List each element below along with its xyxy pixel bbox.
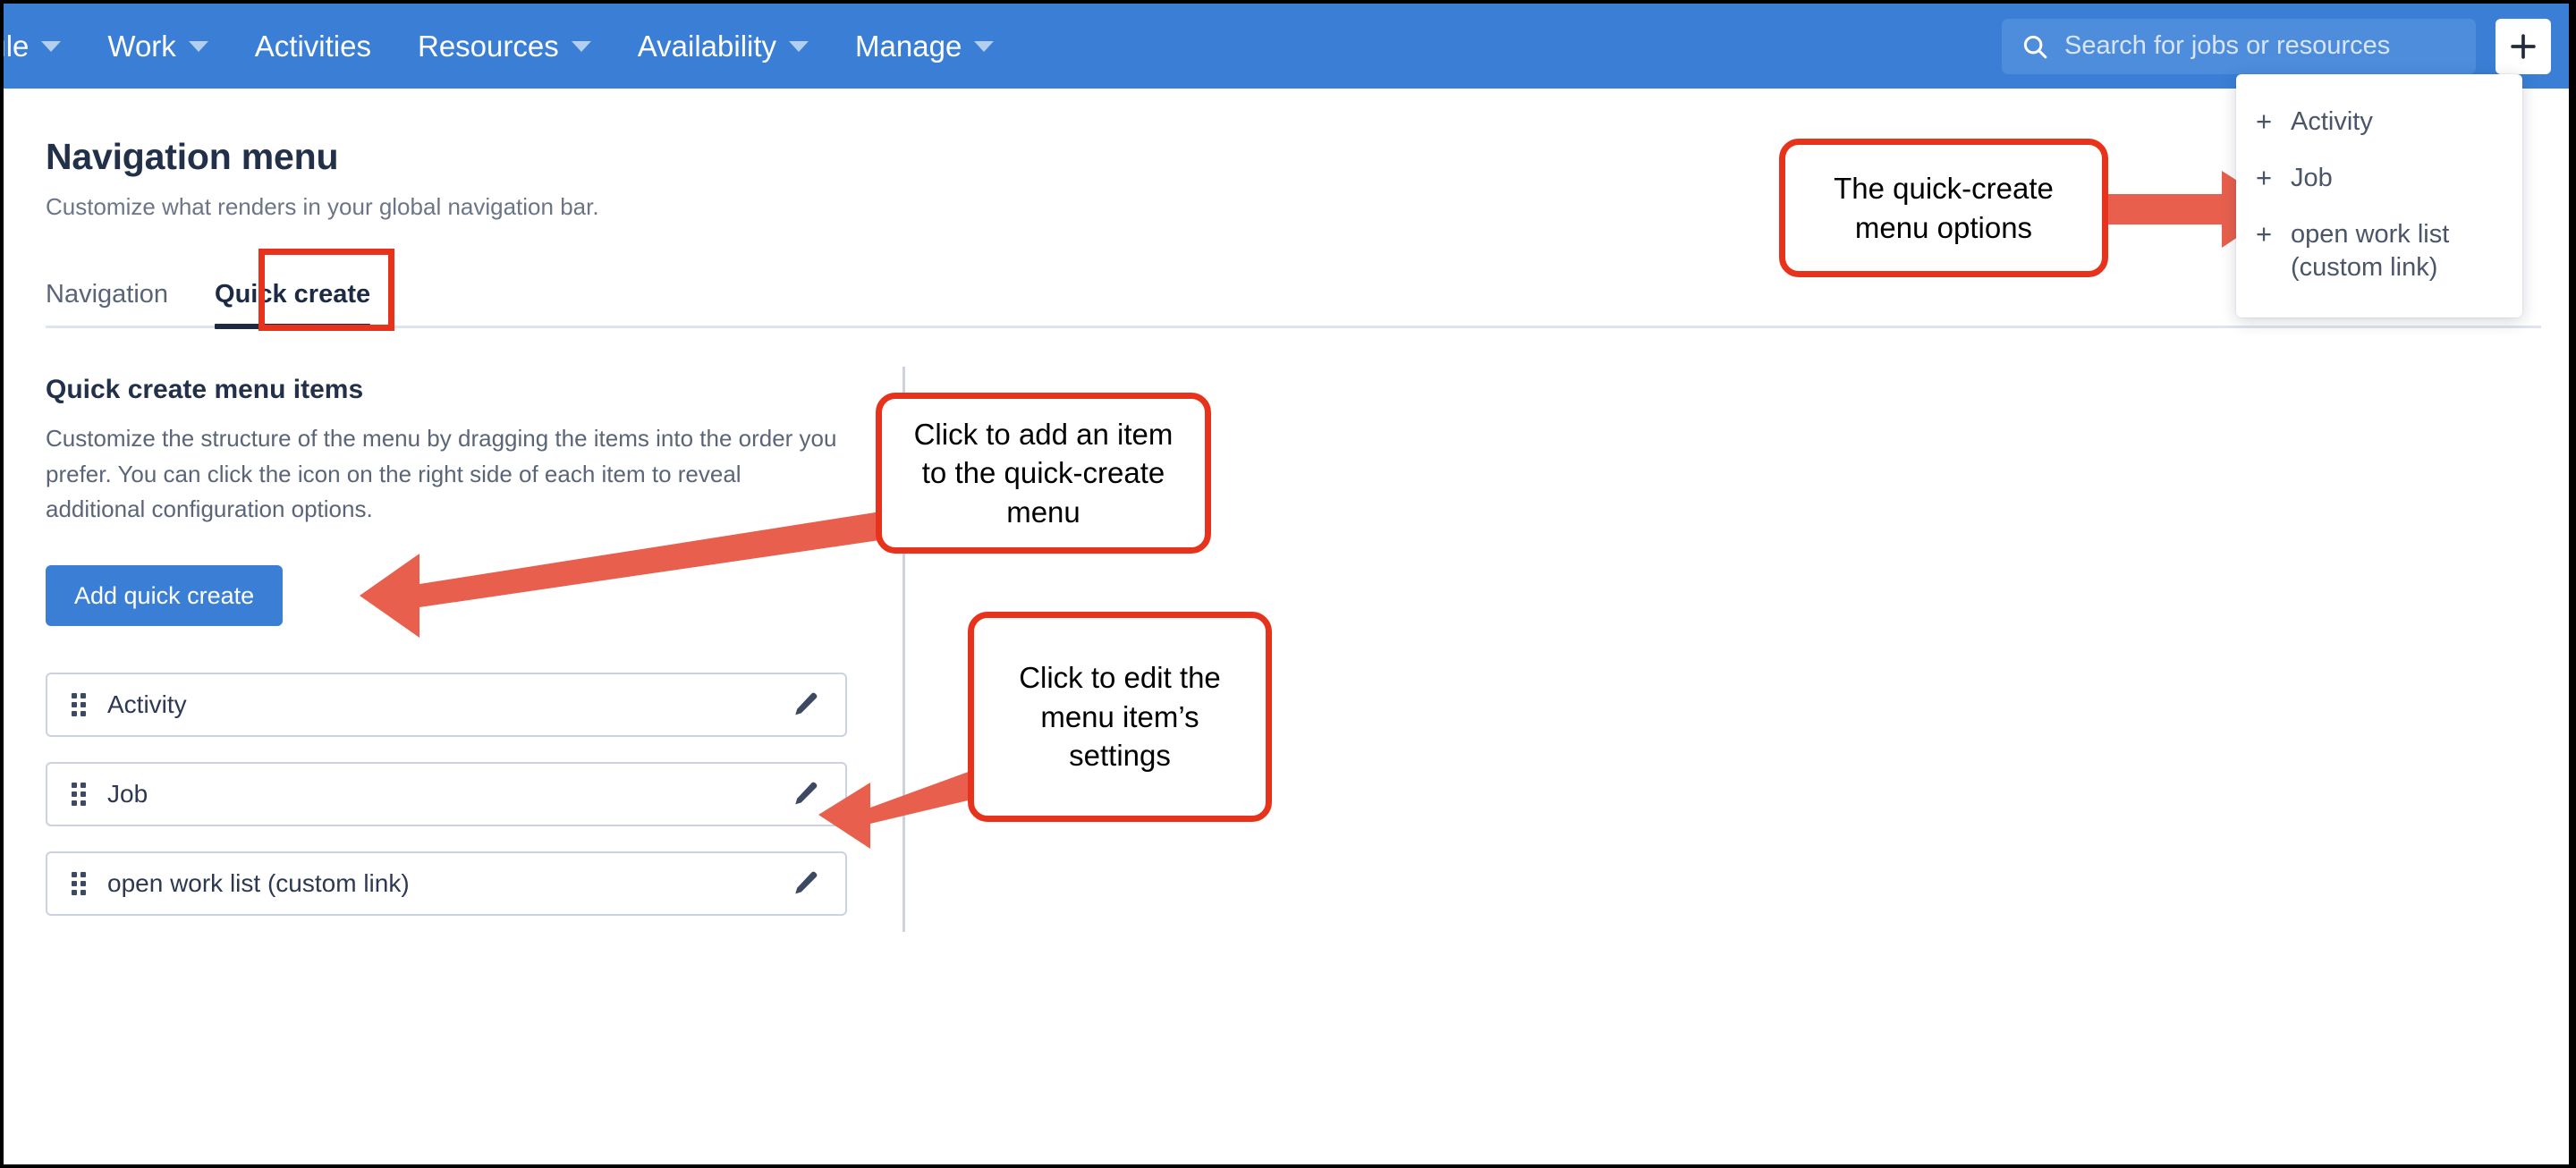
section-title: Quick create menu items xyxy=(46,375,363,405)
list-item-label: open work list (custom link) xyxy=(107,869,410,898)
list-item[interactable]: Job xyxy=(46,762,847,826)
global-navigation-bar: dule Work Activities Resources Availabil… xyxy=(4,4,2572,89)
quick-create-option-open-work-list[interactable]: + open work list (custom link) xyxy=(2236,207,2522,296)
plus-icon: + xyxy=(2256,162,2279,195)
pencil-icon[interactable] xyxy=(790,690,820,720)
quick-create-item-list: Activity Job open work list (custom link… xyxy=(46,673,847,941)
plus-icon: + xyxy=(2256,218,2279,251)
chevron-down-icon xyxy=(974,41,994,52)
annotation-callout-menu-options: The quick-create menu options xyxy=(1779,139,2108,277)
list-item-label: Job xyxy=(107,780,148,808)
plus-icon xyxy=(2508,31,2538,62)
quick-create-option-label: Activity xyxy=(2291,106,2373,139)
search-placeholder: Search for jobs or resources xyxy=(2064,31,2390,61)
nav-item-label: Activities xyxy=(255,30,371,63)
chevron-down-icon xyxy=(789,41,809,52)
quick-create-option-activity[interactable]: + Activity xyxy=(2236,94,2522,150)
pencil-icon[interactable] xyxy=(790,868,820,899)
list-item[interactable]: open work list (custom link) xyxy=(46,851,847,916)
window-right-edge xyxy=(2569,4,2572,1164)
list-item-label: Activity xyxy=(107,690,187,719)
annotation-callout-edit-item: Click to edit the menu item’s settings xyxy=(968,612,1272,822)
screenshot-root: dule Work Activities Resources Availabil… xyxy=(0,0,2576,1168)
nav-item-schedule[interactable]: dule xyxy=(0,30,84,63)
plus-icon: + xyxy=(2256,106,2279,139)
drag-handle-icon[interactable] xyxy=(72,872,86,895)
search-input[interactable]: Search for jobs or resources xyxy=(2002,19,2476,74)
pencil-icon[interactable] xyxy=(790,779,820,809)
nav-item-activities[interactable]: Activities xyxy=(232,30,394,63)
quick-create-option-job[interactable]: + Job xyxy=(2236,150,2522,207)
drag-handle-icon[interactable] xyxy=(72,783,86,806)
chevron-down-icon xyxy=(572,41,591,52)
nav-item-work[interactable]: Work xyxy=(84,30,231,63)
page-title: Navigation menu xyxy=(46,136,338,178)
section-description: Customize the structure of the menu by d… xyxy=(46,421,842,528)
nav-item-label: Resources xyxy=(418,30,559,63)
quick-create-button[interactable] xyxy=(2496,19,2551,74)
list-item[interactable]: Activity xyxy=(46,673,847,737)
drag-handle-icon[interactable] xyxy=(72,693,86,716)
add-quick-create-button[interactable]: Add quick create xyxy=(46,565,283,626)
search-icon xyxy=(2021,33,2048,60)
tab-label: Navigation xyxy=(46,280,168,309)
quick-create-option-label: open work list (custom link) xyxy=(2291,218,2522,284)
chevron-down-icon xyxy=(41,41,61,52)
annotation-highlight-quick-create-tab xyxy=(258,249,394,331)
nav-item-label: Manage xyxy=(855,30,962,63)
nav-links: dule Work Activities Resources Availabil… xyxy=(4,4,1017,89)
annotation-arrow-add-item xyxy=(308,518,898,639)
tab-navigation[interactable]: Navigation xyxy=(46,280,191,329)
quick-create-option-label: Job xyxy=(2291,162,2333,195)
nav-item-resources[interactable]: Resources xyxy=(394,30,614,63)
nav-item-manage[interactable]: Manage xyxy=(832,30,1017,63)
annotation-callout-add-item: Click to add an item to the quick-create… xyxy=(876,393,1211,554)
nav-item-label: dule xyxy=(0,30,29,63)
chevron-down-icon xyxy=(189,41,208,52)
nav-item-label: Availability xyxy=(638,30,776,63)
quick-create-dropdown: + Activity + Job + open work list (custo… xyxy=(2236,74,2522,317)
nav-item-availability[interactable]: Availability xyxy=(614,30,832,63)
nav-item-label: Work xyxy=(107,30,175,63)
page-subtitle: Customize what renders in your global na… xyxy=(46,193,599,221)
tab-underline-rule xyxy=(46,326,2541,328)
